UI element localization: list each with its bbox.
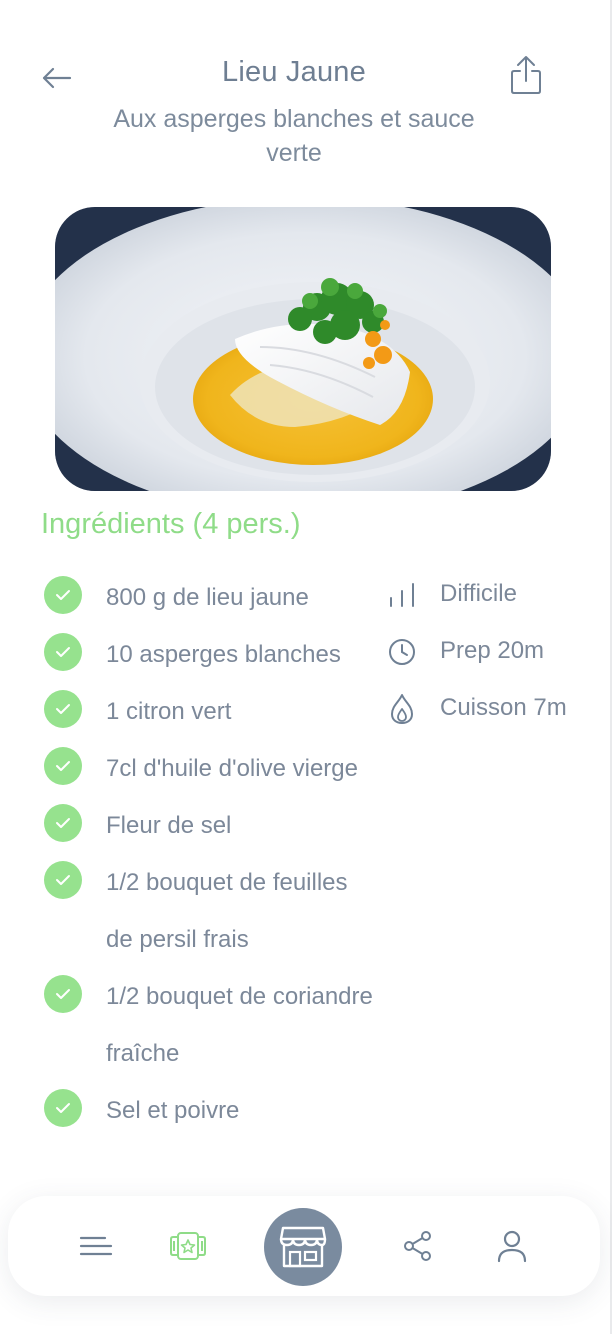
cooking-time-row: Cuisson 7m <box>386 684 606 741</box>
difficulty-label: Difficile <box>440 580 517 607</box>
ingredient-label-continued: de persil frais <box>106 926 249 953</box>
recipe-page: Lieu Jaune Aux asperges blanches et sauc… <box>0 0 612 1334</box>
recipe-book-icon <box>170 1232 206 1260</box>
ingredient-label: 1/2 bouquet de feuilles <box>106 869 348 896</box>
ingredient-label: Fleur de sel <box>106 812 232 839</box>
ingredient-item[interactable]: 10 asperges blanches <box>44 627 404 684</box>
ingredient-label-continued: fraîche <box>106 1040 180 1067</box>
ingredient-label: 1 citron vert <box>106 698 232 725</box>
difficulty-row: Difficile <box>386 570 606 627</box>
page-title: Lieu Jaune <box>222 56 366 88</box>
ingredient-item[interactable]: Fleur de sel <box>44 798 404 855</box>
prep-time-row: Prep 20m <box>386 627 606 684</box>
ingredient-label: 1/2 bouquet de coriandre <box>106 983 373 1010</box>
tab-profile[interactable] <box>482 1216 542 1276</box>
checkmark-icon[interactable] <box>44 690 82 728</box>
cooking-time-label: Cuisson 7m <box>440 694 567 721</box>
checkmark-icon[interactable] <box>44 1089 82 1127</box>
ingredient-label: Sel et poivre <box>106 1097 240 1124</box>
clock-icon <box>386 635 418 669</box>
ingredient-item[interactable]: 1 citron vert <box>44 684 404 741</box>
ingredient-item[interactable]: Sel et poivre <box>44 1083 404 1140</box>
ingredients-list: 800 g de lieu jaune 10 asperges blanches… <box>44 570 404 1140</box>
ingredient-item-continuation: fraîche <box>44 1026 404 1083</box>
store-icon <box>279 1226 327 1268</box>
ingredient-label: 7cl d'huile d'olive vierge <box>106 755 358 782</box>
prep-time-label: Prep 20m <box>440 637 545 664</box>
ingredient-item[interactable]: 7cl d'huile d'olive vierge <box>44 741 404 798</box>
user-icon <box>497 1230 527 1263</box>
ingredient-item[interactable]: 1/2 bouquet de coriandre <box>44 969 404 1026</box>
checkmark-icon[interactable] <box>44 576 82 614</box>
ingredient-label: 800 g de lieu jaune <box>106 584 309 611</box>
tab-share[interactable] <box>388 1216 448 1276</box>
share-nodes-icon <box>404 1231 431 1261</box>
share-icon <box>511 56 541 94</box>
ingredient-item[interactable]: 1/2 bouquet de feuilles <box>44 855 404 912</box>
tab-menu[interactable] <box>66 1216 126 1276</box>
checkmark-icon[interactable] <box>44 747 82 785</box>
ingredients-title: Ingrédients (4 pers.) <box>41 508 301 540</box>
recipe-image <box>55 207 551 491</box>
tab-favorites[interactable] <box>158 1216 218 1276</box>
checkmark-icon[interactable] <box>44 861 82 899</box>
page-subtitle: Aux asperges blanches et sauce verte <box>113 105 475 167</box>
bottom-tab-bar <box>8 1196 600 1296</box>
checkmark-icon[interactable] <box>44 633 82 671</box>
checkmark-icon[interactable] <box>44 975 82 1013</box>
ingredient-item-continuation: de persil frais <box>44 912 404 969</box>
share-button[interactable] <box>506 52 546 98</box>
recipe-meta: Difficile Prep 20m Cuisson 7m <box>386 570 606 741</box>
checkmark-icon[interactable] <box>44 804 82 842</box>
ingredient-item[interactable]: 800 g de lieu jaune <box>44 570 404 627</box>
ingredient-label: 10 asperges blanches <box>106 641 341 668</box>
difficulty-bars-icon <box>386 578 418 612</box>
flame-icon <box>386 692 418 726</box>
tab-shop-button[interactable] <box>264 1208 342 1286</box>
menu-icon <box>79 1236 113 1256</box>
